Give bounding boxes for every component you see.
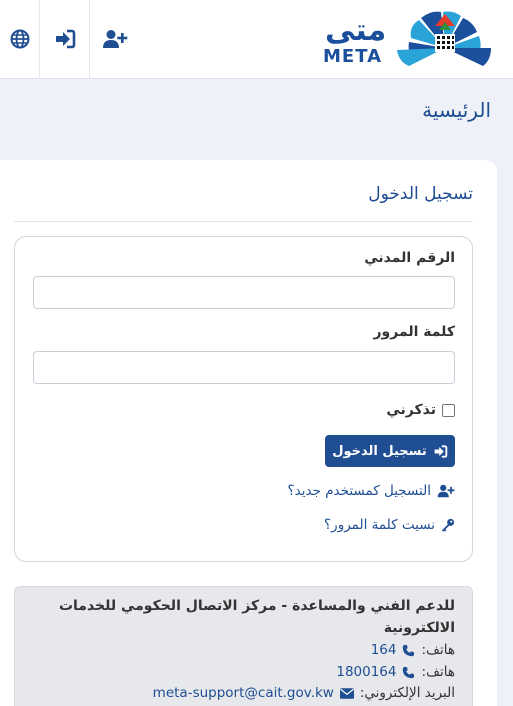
phone-icon: [402, 666, 415, 679]
divider: [14, 221, 473, 222]
brand-english: META: [323, 46, 383, 67]
envelope-icon: [339, 687, 354, 699]
brand-arabic: متى: [325, 13, 387, 48]
user-plus-icon: [437, 484, 455, 498]
phone-label: هاتف:: [421, 642, 455, 658]
login-submit-label: تسجيل الدخول: [332, 443, 427, 459]
phone-value[interactable]: 1800164: [336, 664, 396, 680]
support-phone-2: هاتف: 1800164: [336, 663, 455, 681]
remember-me[interactable]: تذكرني: [386, 401, 455, 419]
register-header-button[interactable]: [90, 0, 140, 78]
phone-icon: [402, 644, 415, 657]
top-header: متى META: [0, 0, 513, 79]
forgot-password-label: نسيت كلمة المرور؟: [324, 517, 435, 533]
login-submit-button[interactable]: تسجيل الدخول: [325, 435, 455, 467]
password-label: كلمة المرور: [373, 324, 455, 340]
login-header-button[interactable]: [40, 0, 90, 78]
meta-logo[interactable]: متى META: [319, 8, 499, 72]
support-title: للدعم الفني والمساعدة - مركز الاتصال الح…: [58, 598, 455, 636]
phone-label: هاتف:: [421, 664, 455, 680]
email-value[interactable]: meta-support@cait.gov.kw: [153, 685, 334, 701]
remember-label: تذكرني: [386, 402, 436, 418]
email-label: البريد الإلكتروني:: [359, 685, 455, 701]
sign-in-icon: [433, 444, 448, 458]
civil-id-label: الرقم المدني: [364, 250, 455, 266]
register-link-label: التسجيل كمستخدم جديد؟: [287, 483, 431, 499]
kuwait-emblem-icon: [391, 8, 499, 76]
user-plus-icon: [102, 29, 128, 49]
page-title[interactable]: الرئيسية: [422, 98, 491, 122]
support-email: البريد الإلكتروني: meta-support@cait.gov…: [153, 684, 455, 702]
forgot-password-link[interactable]: نسيت كلمة المرور؟: [324, 515, 455, 535]
sign-in-icon: [54, 29, 76, 49]
login-card-title: تسجيل الدخول: [368, 184, 473, 204]
key-icon: [441, 518, 455, 532]
password-input[interactable]: [33, 351, 455, 384]
remember-checkbox[interactable]: [442, 403, 455, 417]
support-phone-1: هاتف: 164: [371, 641, 455, 659]
civil-id-input[interactable]: [33, 276, 455, 309]
globe-icon: [10, 29, 30, 49]
language-button[interactable]: [0, 0, 40, 78]
phone-value[interactable]: 164: [371, 642, 397, 658]
register-link[interactable]: التسجيل كمستخدم جديد؟: [287, 481, 455, 501]
